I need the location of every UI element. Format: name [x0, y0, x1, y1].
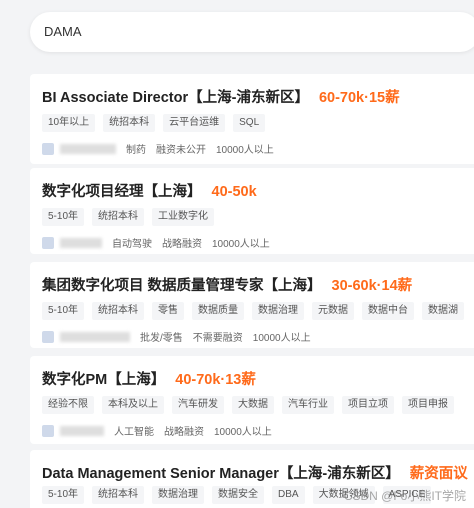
company-funding: 融资未公开: [156, 145, 206, 156]
job-salary: 30-60k·14薪: [331, 278, 413, 294]
job-card[interactable]: 数字化项目经理【上海】 40-50k 5-10年 统招本科 工业数字化 自动驾驶 …: [30, 168, 474, 254]
company-row[interactable]: 制药 融资未公开 10000人以上: [42, 141, 284, 156]
company-name-blurred: [60, 425, 104, 436]
job-title[interactable]: Data Management Senior Manager【上海-浦东新区】薪…: [42, 462, 468, 483]
job-tag: 本科及以上: [102, 396, 164, 414]
job-tags: 5-10年 统招本科 工业数字化: [42, 208, 222, 226]
company-row[interactable]: 人工智能 战略融资 10000人以上: [42, 423, 282, 438]
job-tag: SQL: [233, 114, 266, 132]
company-row[interactable]: 自动驾驶 战略融资 10000人以上: [42, 235, 280, 250]
job-salary: 60-70k·15薪: [318, 90, 400, 106]
company-industry: 人工智能: [114, 427, 154, 438]
job-tag: 数据质量: [192, 302, 245, 320]
job-salary: 40-50k: [211, 184, 257, 200]
job-tag: 元数据: [312, 302, 355, 320]
job-tag: 汽车行业: [282, 396, 334, 414]
search-input[interactable]: DAMA: [30, 12, 474, 52]
company-logo: [42, 330, 54, 343]
job-tags: 经验不限 本科及以上 汽车研发 大数据 汽车行业 项目立项 项目申报: [42, 396, 462, 414]
company-funding: 战略融资: [162, 239, 202, 250]
job-tag: 5-10年: [42, 208, 85, 226]
company-logo: [42, 236, 54, 249]
job-tag: 5-10年: [42, 486, 85, 504]
company-size: 10000人以上: [252, 333, 311, 344]
job-salary: 40-70k·13薪: [175, 372, 256, 388]
company-size: 10000人以上: [216, 145, 274, 156]
company-name-blurred: [60, 331, 130, 342]
company-name-blurred: [60, 143, 116, 154]
job-title[interactable]: BI Associate Director【上海-浦东新区】 60-70k·15薪: [42, 86, 400, 107]
search-query: DAMA: [44, 24, 82, 39]
job-tags: 10年以上 统招本科 云平台运维 SQL: [42, 114, 273, 132]
job-title[interactable]: 数字化PM【上海】 40-70k·13薪: [42, 368, 256, 389]
company-logo: [42, 424, 54, 437]
job-tag: 项目立项: [342, 396, 394, 414]
job-title[interactable]: 集团数字化项目 数据质量管理专家【上海】 30-60k·14薪: [42, 274, 412, 295]
job-card[interactable]: 集团数字化项目 数据质量管理专家【上海】 30-60k·14薪 5-10年 统招本…: [30, 262, 474, 348]
job-salary: 薪资面议: [409, 466, 468, 482]
company-name-blurred: [60, 237, 102, 248]
company-industry: 自动驾驶: [112, 239, 152, 250]
job-tag: DBA: [272, 486, 305, 504]
job-tag: 数据中台: [362, 302, 415, 320]
job-tag: 数据湖: [422, 302, 465, 320]
job-tag: 统招本科: [92, 486, 145, 504]
company-logo: [42, 142, 54, 155]
job-tag: 10年以上: [42, 114, 96, 132]
job-title[interactable]: 数字化项目经理【上海】 40-50k: [42, 180, 257, 201]
company-row[interactable]: 批发/零售 不需要融资 10000人以上: [42, 329, 321, 344]
job-tag: 工业数字化: [152, 208, 215, 226]
search-bar: DAMA: [0, 0, 474, 64]
job-tag: 数据治理: [152, 486, 205, 504]
job-tag: 经验不限: [42, 396, 94, 414]
job-card[interactable]: 数字化PM【上海】 40-70k·13薪 经验不限 本科及以上 汽车研发 大数据 …: [30, 356, 474, 444]
company-size: 10000人以上: [212, 239, 270, 250]
job-tag: 大数据: [232, 396, 274, 414]
job-tag: 汽车研发: [172, 396, 224, 414]
job-tag: 数据治理: [252, 302, 305, 320]
job-tag: 数据安全: [212, 486, 265, 504]
job-tag: 5-10年: [42, 302, 85, 320]
job-card[interactable]: BI Associate Director【上海-浦东新区】 60-70k·15薪…: [30, 74, 474, 164]
watermark: CSDN @Fo小熊IT学院: [343, 489, 466, 503]
job-tag: 零售: [152, 302, 185, 320]
job-tags: 5-10年 统招本科 零售 数据质量 数据治理 元数据 数据中台 数据湖: [42, 302, 472, 320]
company-funding: 战略融资: [164, 427, 204, 438]
company-size: 10000人以上: [214, 427, 272, 438]
job-tag: 云平台运维: [163, 114, 226, 132]
job-tag: 统招本科: [92, 302, 145, 320]
job-tag: 项目申报: [402, 396, 454, 414]
company-industry: 制药: [126, 145, 146, 156]
company-industry: 批发/零售: [140, 333, 183, 344]
job-tag: 统招本科: [92, 208, 145, 226]
job-tag: 统招本科: [103, 114, 156, 132]
company-funding: 不需要融资: [192, 333, 243, 344]
